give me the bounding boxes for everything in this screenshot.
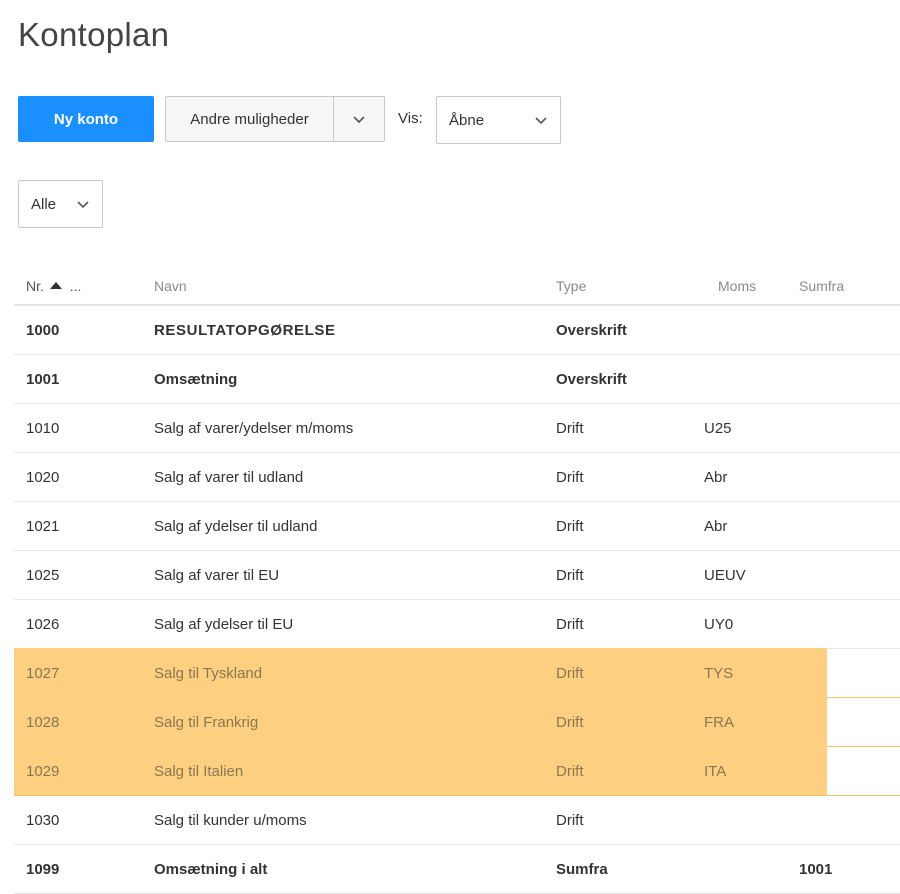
cell-nr: 1026 bbox=[26, 616, 60, 633]
cell-nr: 1021 bbox=[26, 518, 60, 535]
cell-navn: Salg af varer/ydelser m/moms bbox=[154, 420, 354, 437]
table-row[interactable]: 1021 Salg af ydelser til udland Drift Abr bbox=[14, 502, 900, 551]
cell-type: Overskrift bbox=[556, 371, 627, 388]
cell-navn: Salg til Italien bbox=[154, 763, 244, 780]
cell-nr: 1000 bbox=[26, 322, 60, 339]
cell-type: Drift bbox=[556, 518, 584, 535]
more-options-split-button: Andre muligheder bbox=[165, 96, 385, 142]
cell-type: Drift bbox=[556, 812, 584, 829]
table-row[interactable]: 1001 Omsætning Overskrift bbox=[14, 355, 900, 404]
cell-moms: UY0 bbox=[704, 616, 734, 633]
cell-moms: ITA bbox=[704, 763, 727, 780]
cell-sumfra: 1001 bbox=[799, 861, 833, 878]
column-header-nr-more[interactable]: ... bbox=[70, 278, 82, 294]
column-header-nr[interactable]: Nr. ... bbox=[26, 278, 81, 294]
cell-moms: TYS bbox=[704, 665, 734, 682]
table-row[interactable]: 1027 Salg til Tyskland Drift TYS bbox=[14, 648, 900, 698]
cell-type: Drift bbox=[556, 567, 584, 584]
vis-select-value: Åbne bbox=[449, 111, 485, 129]
vis-select[interactable]: Åbne bbox=[436, 96, 561, 144]
sort-ascending-icon bbox=[49, 282, 62, 290]
table-header: Nr. ... Navn Type Moms Sumfra bbox=[14, 262, 900, 306]
cell-navn: Salg til kunder u/moms bbox=[154, 812, 307, 829]
cell-type: Drift bbox=[556, 420, 584, 437]
cell-type: Sumfra bbox=[556, 861, 608, 878]
cell-navn: Omsætning bbox=[154, 371, 238, 388]
filter-select-value: Alle bbox=[31, 195, 57, 213]
more-options-dropdown-toggle[interactable] bbox=[334, 97, 384, 141]
cell-nr: 1027 bbox=[26, 665, 60, 682]
cell-nr: 1025 bbox=[26, 567, 60, 584]
cell-nr: 1028 bbox=[26, 714, 60, 731]
cell-moms: U25 bbox=[704, 420, 732, 437]
cell-type: Overskrift bbox=[556, 322, 627, 339]
cell-type: Drift bbox=[556, 665, 584, 682]
chevron-down-icon bbox=[352, 114, 366, 124]
cell-navn: RESULTATOPGØRELSE bbox=[154, 322, 336, 339]
column-header-type[interactable]: Type bbox=[556, 278, 586, 294]
filter-select[interactable]: Alle bbox=[18, 180, 103, 228]
cell-navn: Salg til Tyskland bbox=[154, 665, 263, 682]
cell-nr: 1010 bbox=[26, 420, 60, 437]
cell-moms: UEUV bbox=[704, 567, 746, 584]
page-title: Kontoplan bbox=[18, 16, 170, 53]
new-account-button[interactable]: Ny konto bbox=[18, 96, 154, 142]
cell-navn: Salg til Frankrig bbox=[154, 714, 259, 731]
table-row[interactable]: 1025 Salg af varer til EU Drift UEUV bbox=[14, 551, 900, 600]
table-row[interactable]: 1020 Salg af varer til udland Drift Abr bbox=[14, 453, 900, 502]
cell-navn: Salg af varer til udland bbox=[154, 469, 304, 486]
cell-moms: Abr bbox=[704, 518, 728, 535]
more-options-button[interactable]: Andre muligheder bbox=[166, 97, 334, 141]
cell-nr: 1020 bbox=[26, 469, 60, 486]
cell-navn: Omsætning i alt bbox=[154, 861, 268, 878]
column-header-moms[interactable]: Moms bbox=[718, 278, 756, 294]
table-row[interactable]: 1000 RESULTATOPGØRELSE Overskrift bbox=[14, 306, 900, 355]
chevron-down-icon bbox=[76, 199, 90, 209]
column-header-sumfra[interactable]: Sumfra bbox=[799, 278, 844, 294]
cell-type: Drift bbox=[556, 469, 584, 486]
cell-navn: Salg af ydelser til udland bbox=[154, 518, 318, 535]
table-row[interactable]: 1029 Salg til Italien Drift ITA bbox=[14, 746, 900, 796]
table-row[interactable]: 1028 Salg til Frankrig Drift FRA bbox=[14, 697, 900, 747]
cell-type: Drift bbox=[556, 714, 584, 731]
vis-label: Vis: bbox=[398, 110, 423, 127]
cell-type: Drift bbox=[556, 763, 584, 780]
table-row[interactable]: 1099 Omsætning i alt Sumfra 1001 bbox=[14, 845, 900, 894]
cell-navn: Salg af varer til EU bbox=[154, 567, 280, 584]
column-header-navn[interactable]: Navn bbox=[154, 278, 187, 294]
table-row[interactable]: 1026 Salg af ydelser til EU Drift UY0 bbox=[14, 600, 900, 649]
cell-nr: 1099 bbox=[26, 861, 60, 878]
column-header-nr-label: Nr. bbox=[26, 278, 44, 294]
table-body: 1000 RESULTATOPGØRELSE Overskrift 1001 Omsæt… bbox=[14, 306, 900, 894]
accounts-table: Nr. ... Navn Type Moms Sumfra 1000 RESULT… bbox=[14, 262, 900, 894]
table-row[interactable]: 1030 Salg til kunder u/moms Drift bbox=[14, 796, 900, 845]
cell-moms: Abr bbox=[704, 469, 728, 486]
table-row[interactable]: 1010 Salg af varer/ydelser m/moms Drift U25 bbox=[14, 404, 900, 453]
cell-nr: 1030 bbox=[26, 812, 60, 829]
cell-moms: FRA bbox=[704, 714, 734, 731]
cell-nr: 1029 bbox=[26, 763, 60, 780]
cell-type: Drift bbox=[556, 616, 584, 633]
cell-navn: Salg af ydelser til EU bbox=[154, 616, 294, 633]
cell-nr: 1001 bbox=[26, 371, 60, 388]
chevron-down-icon bbox=[534, 115, 548, 125]
